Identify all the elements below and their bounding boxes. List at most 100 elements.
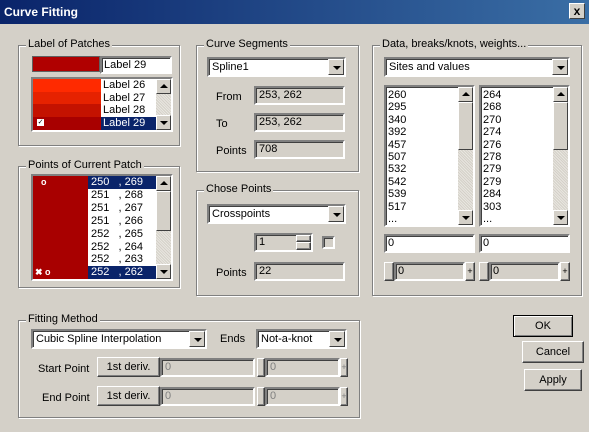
- data-list-item[interactable]: 276: [483, 139, 501, 151]
- start-point-value: 0: [160, 358, 255, 377]
- data-input-2[interactable]: 0: [479, 234, 570, 253]
- data-list-item[interactable]: 279: [483, 176, 501, 188]
- data-list-item[interactable]: 532: [388, 163, 406, 175]
- point-row-text: 251 , 266: [88, 214, 158, 228]
- chose-points-checkbox[interactable]: [322, 236, 335, 249]
- increment-icon[interactable]: +: [560, 262, 570, 281]
- values-list-scrollbar[interactable]: [553, 87, 568, 225]
- patch-list-item[interactable]: Label 28: [33, 104, 157, 118]
- sites-list-scrollbar[interactable]: [458, 87, 473, 225]
- fitting-method-select[interactable]: Cubic Spline Interpolation: [31, 329, 207, 349]
- patch-list-item[interactable]: ✓ Label 29: [33, 117, 157, 130]
- data-list-item[interactable]: 278: [483, 151, 501, 163]
- end-point-spin: 0 +: [257, 387, 348, 406]
- point-row[interactable]: o 250 , 269: [33, 176, 158, 189]
- end-deriv-button[interactable]: 1st deriv.: [97, 386, 160, 406]
- point-row[interactable]: 251 , 268: [33, 188, 158, 202]
- data-list-item[interactable]: 264: [483, 89, 501, 101]
- data-list-item[interactable]: 392: [388, 126, 406, 138]
- scroll-thumb[interactable]: [156, 191, 171, 231]
- point-row[interactable]: 251 , 266: [33, 214, 158, 228]
- spin-up-icon[interactable]: [296, 235, 311, 242]
- scroll-down-icon[interactable]: [553, 210, 568, 225]
- data-list-item[interactable]: 340: [388, 114, 406, 126]
- data-list-item[interactable]: 274: [483, 126, 501, 138]
- point-row[interactable]: 252 , 265: [33, 227, 158, 241]
- point-row[interactable]: 251 , 267: [33, 201, 158, 215]
- point-row[interactable]: ✖ o 252 , 262: [33, 266, 158, 279]
- scroll-down-icon[interactable]: [156, 115, 171, 130]
- patch-color-swatch: [33, 79, 101, 92]
- data-list-item[interactable]: 542: [388, 176, 406, 188]
- data-list-item[interactable]: ...: [483, 213, 501, 225]
- patch-color-swatch: [33, 91, 101, 105]
- close-button[interactable]: x: [569, 3, 585, 19]
- increment-icon: +: [340, 358, 348, 377]
- data-list-item[interactable]: 260: [388, 89, 406, 101]
- data-list-item[interactable]: 279: [483, 163, 501, 175]
- data-spin-1[interactable]: 0 +: [384, 262, 475, 281]
- ok-button[interactable]: OK: [513, 315, 573, 337]
- chevron-down-icon[interactable]: [329, 331, 345, 347]
- scroll-thumb[interactable]: [553, 102, 568, 150]
- point-row-text: 251 , 268: [88, 188, 158, 202]
- data-list-item[interactable]: 268: [483, 101, 501, 113]
- data-list-item[interactable]: 284: [483, 188, 501, 200]
- points-list-scrollbar[interactable]: [156, 176, 171, 279]
- data-list-item[interactable]: 517: [388, 201, 406, 213]
- data-spin-2[interactable]: 0 +: [479, 262, 570, 281]
- decrement-icon[interactable]: [384, 262, 394, 281]
- data-list-item[interactable]: 295: [388, 101, 406, 113]
- scroll-up-icon[interactable]: [458, 87, 473, 102]
- data-list-item[interactable]: 539: [388, 188, 406, 200]
- patch-list-item[interactable]: Label 26: [33, 79, 157, 92]
- chevron-down-icon[interactable]: [328, 206, 344, 222]
- point-row-text: 252 , 262: [88, 266, 158, 279]
- patch-list-item-label: Label 27: [101, 91, 157, 105]
- point-row[interactable]: 252 , 264: [33, 240, 158, 254]
- chevron-down-icon[interactable]: [189, 331, 205, 347]
- patch-list[interactable]: Label 26 Label 27 Label 28 ✓ Label 29: [31, 77, 173, 132]
- scroll-thumb[interactable]: [458, 102, 473, 150]
- decrement-icon[interactable]: [479, 262, 489, 281]
- increment-icon[interactable]: +: [465, 262, 475, 281]
- chevron-down-icon[interactable]: [328, 59, 344, 75]
- scroll-up-icon[interactable]: [156, 79, 171, 94]
- scroll-up-icon[interactable]: [156, 176, 171, 191]
- ends-label: Ends: [220, 333, 246, 345]
- cancel-button[interactable]: Cancel: [522, 341, 584, 363]
- scroll-down-icon[interactable]: [458, 210, 473, 225]
- data-list-item[interactable]: 457: [388, 139, 406, 151]
- points-list[interactable]: o 250 , 269 251 , 268 251 , 267 251 , 266 252…: [31, 174, 173, 281]
- data-type-select[interactable]: Sites and values: [384, 57, 570, 77]
- patch-list-item[interactable]: Label 27: [33, 91, 157, 105]
- data-input-1[interactable]: 0: [384, 234, 475, 253]
- start-deriv-button[interactable]: 1st deriv.: [97, 357, 160, 377]
- chose-points-select[interactable]: Crosspoints: [207, 204, 346, 224]
- point-row[interactable]: 252 , 263: [33, 253, 158, 267]
- point-row-text: 251 , 267: [88, 201, 158, 215]
- patch-list-scrollbar[interactable]: [156, 79, 171, 130]
- data-spin-1-value[interactable]: 0: [394, 262, 465, 281]
- data-list-item[interactable]: ...: [388, 213, 406, 225]
- window-title: Curve Fitting: [4, 5, 78, 19]
- segment-select[interactable]: Spline1: [207, 57, 346, 77]
- data-spin-2-value[interactable]: 0: [489, 262, 560, 281]
- chevron-down-icon[interactable]: [552, 59, 568, 75]
- chose-points-spinner[interactable]: [296, 235, 311, 250]
- patch-label-input[interactable]: Label 29: [100, 56, 172, 74]
- data-list-item[interactable]: 270: [483, 114, 501, 126]
- scroll-up-icon[interactable]: [553, 87, 568, 102]
- values-list[interactable]: 264 268 270 274 276 278 279 279 284 303...: [479, 85, 570, 227]
- data-list-item[interactable]: 303: [483, 201, 501, 213]
- chose-points-value: 22: [254, 262, 345, 281]
- scroll-down-icon[interactable]: [156, 264, 171, 279]
- data-list-item[interactable]: 507: [388, 151, 406, 163]
- patch-list-item-label: Label 28: [101, 104, 157, 118]
- sites-list[interactable]: 260 295 340 392 457 507 532 542 539 517...: [384, 85, 475, 227]
- patch-list-item-label: Label 26: [101, 79, 157, 92]
- patch-color-preview: [32, 56, 100, 72]
- ends-select[interactable]: Not-a-knot: [256, 329, 347, 349]
- spin-down-icon[interactable]: [296, 242, 311, 250]
- apply-button[interactable]: Apply: [524, 369, 582, 391]
